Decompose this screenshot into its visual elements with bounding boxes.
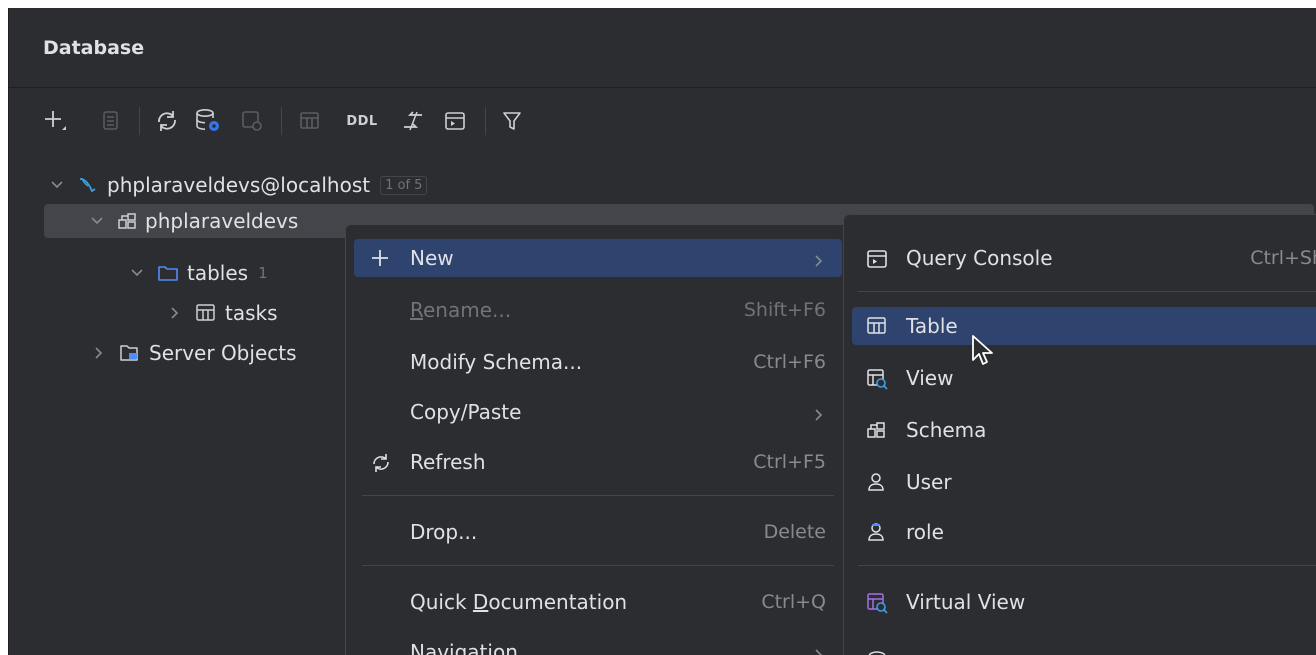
schema-icon bbox=[866, 420, 886, 445]
menu-item-quick-documentation[interactable]: Quick Documentation Ctrl+Q bbox=[354, 583, 842, 621]
toolbar-separator bbox=[281, 107, 282, 135]
toolbar-separator bbox=[139, 107, 140, 135]
connection-count-badge: 1 of 5 bbox=[380, 175, 428, 195]
menu-separator bbox=[362, 495, 834, 496]
refresh-icon[interactable] bbox=[151, 106, 183, 136]
server-objects-icon bbox=[119, 343, 141, 363]
refresh-icon bbox=[370, 452, 392, 479]
database-icon bbox=[866, 648, 888, 655]
tree-node-server-objects[interactable]: Server Objects bbox=[91, 336, 297, 370]
tree-node-tasks[interactable]: tasks bbox=[167, 296, 278, 330]
view-icon bbox=[866, 368, 888, 395]
mysql-connection-icon bbox=[77, 174, 99, 196]
tool-window-title: Database bbox=[43, 37, 145, 59]
submenu-item-virtual-view[interactable]: Virtual View bbox=[852, 583, 1316, 621]
properties-icon[interactable] bbox=[99, 106, 123, 136]
menu-item-rename[interactable]: Rename... Shift+F6 bbox=[354, 291, 842, 329]
toolbar-separator bbox=[485, 107, 486, 135]
submenu-item-role[interactable]: role bbox=[852, 513, 1316, 551]
submenu-item-partial[interactable] bbox=[852, 639, 1316, 655]
chevron-down-icon[interactable] bbox=[89, 213, 105, 229]
mouse-cursor-icon bbox=[971, 334, 995, 368]
table-editor-icon[interactable] bbox=[295, 106, 325, 136]
tables-count: 1 bbox=[258, 264, 268, 282]
schema-label: phplaraveldevs bbox=[145, 209, 299, 233]
filter-icon[interactable] bbox=[497, 106, 527, 136]
jump-to-console-icon[interactable] bbox=[237, 106, 267, 136]
console-icon[interactable] bbox=[439, 106, 471, 136]
submenu-item-schema[interactable]: Schema bbox=[852, 411, 1316, 449]
menu-item-refresh[interactable]: Refresh Ctrl+F5 bbox=[354, 443, 842, 481]
menu-separator bbox=[362, 565, 834, 566]
chevron-right-icon[interactable] bbox=[167, 305, 183, 321]
menu-item-modify-schema[interactable]: Modify Schema... Ctrl+F6 bbox=[354, 343, 842, 381]
table-icon bbox=[866, 316, 888, 341]
ddl-button[interactable]: DDL bbox=[337, 106, 387, 136]
tool-window-header: Database bbox=[9, 8, 1316, 88]
data-source-properties-icon[interactable] bbox=[191, 106, 225, 136]
add-icon[interactable] bbox=[41, 106, 69, 136]
submenu-item-query-console[interactable]: Query Console Ctrl+Shift+Q bbox=[852, 239, 1316, 277]
chevron-right-icon[interactable] bbox=[91, 345, 107, 361]
menu-separator bbox=[858, 291, 1316, 292]
submenu-item-user[interactable]: User bbox=[852, 463, 1316, 501]
virtual-view-icon bbox=[866, 592, 888, 619]
server-objects-label: Server Objects bbox=[149, 341, 297, 365]
database-tool-window: Database DDL phplaraveldevs@localhost 1 … bbox=[8, 8, 1316, 655]
tables-label: tables bbox=[187, 261, 249, 285]
connection-label: phplaraveldevs@localhost bbox=[107, 173, 371, 197]
menu-item-drop[interactable]: Drop... Delete bbox=[354, 513, 842, 551]
plus-icon bbox=[370, 248, 390, 273]
chevron-right-icon bbox=[812, 250, 826, 274]
menu-item-copy-paste[interactable]: Copy/Paste bbox=[354, 393, 842, 431]
new-submenu: Query Console Ctrl+Shift+Q Table View Sc… bbox=[843, 214, 1316, 655]
console-icon bbox=[866, 248, 888, 275]
table-icon bbox=[195, 303, 217, 323]
tree-node-tables[interactable]: tables 1 bbox=[129, 256, 268, 290]
chevron-down-icon[interactable] bbox=[49, 177, 65, 193]
chevron-right-icon bbox=[812, 644, 826, 655]
tree-node-connection[interactable]: phplaraveldevs@localhost 1 of 5 bbox=[49, 168, 428, 202]
folder-icon bbox=[157, 263, 179, 283]
chevron-down-icon[interactable] bbox=[129, 265, 145, 281]
schema-icon bbox=[117, 211, 137, 231]
user-icon bbox=[866, 472, 886, 497]
tasks-label: tasks bbox=[225, 301, 278, 325]
menu-separator bbox=[858, 565, 1316, 566]
menu-item-navigation[interactable]: Navigation bbox=[354, 633, 842, 655]
menu-item-new[interactable]: New bbox=[354, 239, 842, 277]
submenu-item-table[interactable]: Table bbox=[852, 307, 1316, 345]
submenu-item-view[interactable]: View bbox=[852, 359, 1316, 397]
compare-icon[interactable] bbox=[397, 106, 429, 136]
context-menu: New Rename... Shift+F6 Modify Schema... … bbox=[345, 224, 851, 655]
role-icon bbox=[866, 522, 886, 547]
chevron-right-icon bbox=[812, 404, 826, 428]
